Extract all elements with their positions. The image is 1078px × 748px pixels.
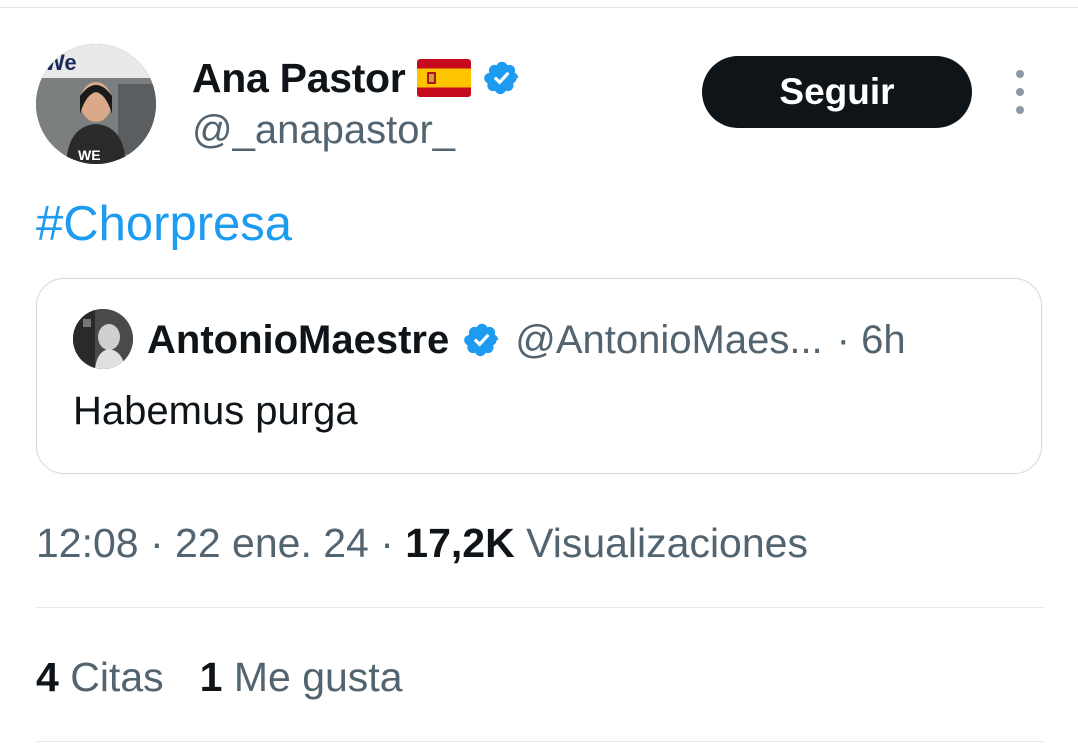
quotes-count: 4 (36, 654, 59, 700)
divider (36, 741, 1044, 742)
views-count: 17,2K (405, 520, 515, 566)
quoted-display-name: AntonioMaestre (147, 317, 450, 362)
quotes-label: Citas (70, 654, 164, 700)
top-divider (0, 7, 1078, 8)
author-name-row: Ana Pastor (192, 52, 521, 104)
quoted-time: · 6h (836, 317, 906, 362)
views-label: Visualizaciones (526, 520, 808, 566)
quoted-handle: @AntonioMaes... (515, 317, 823, 362)
more-dot (1016, 70, 1024, 78)
tweet-hashtag-link[interactable]: #Chorpresa (36, 196, 292, 252)
svg-text:WE: WE (78, 147, 101, 163)
author-avatar[interactable]: We WE (36, 44, 156, 164)
quoted-tweet-card[interactable]: AntonioMaestre @AntonioMaes... · 6h Habe… (36, 278, 1042, 474)
tweet-date[interactable]: 22 ene. 24 (175, 520, 369, 566)
more-vertical-icon[interactable] (1004, 70, 1036, 114)
likes-label: Me gusta (233, 654, 403, 700)
meta-separator: · (138, 520, 176, 566)
quoted-avatar-photo (73, 309, 133, 369)
meta-separator: · (368, 520, 406, 566)
avatar-logo-text: We (44, 50, 77, 75)
author-handle[interactable]: @_anapastor_ (192, 108, 455, 153)
quotes-stat[interactable]: 4 Citas (36, 654, 164, 701)
author-display-name[interactable]: Ana Pastor (192, 55, 406, 102)
likes-stat[interactable]: 1 Me gusta (200, 654, 403, 701)
follow-button[interactable]: Seguir (702, 56, 972, 128)
quoted-header: AntonioMaestre @AntonioMaes... · 6h (147, 315, 906, 365)
quoted-text: Habemus purga (73, 389, 358, 433)
more-dot (1016, 106, 1024, 114)
likes-count: 1 (199, 654, 223, 700)
verified-badge-icon (484, 61, 519, 95)
spain-flag-icon (417, 59, 472, 97)
quoted-author-avatar[interactable] (73, 309, 133, 369)
tweet-time[interactable]: 12:08 (36, 520, 139, 566)
verified-badge-icon (464, 323, 499, 357)
more-dot (1016, 88, 1024, 96)
tweet-meta: 12:08 · 22 ene. 24 · 17,2K Visualizacion… (36, 520, 808, 567)
avatar-photo: We WE (36, 44, 156, 164)
divider (36, 607, 1044, 608)
tweet-stats: 4 Citas 1 Me gusta (36, 654, 403, 701)
